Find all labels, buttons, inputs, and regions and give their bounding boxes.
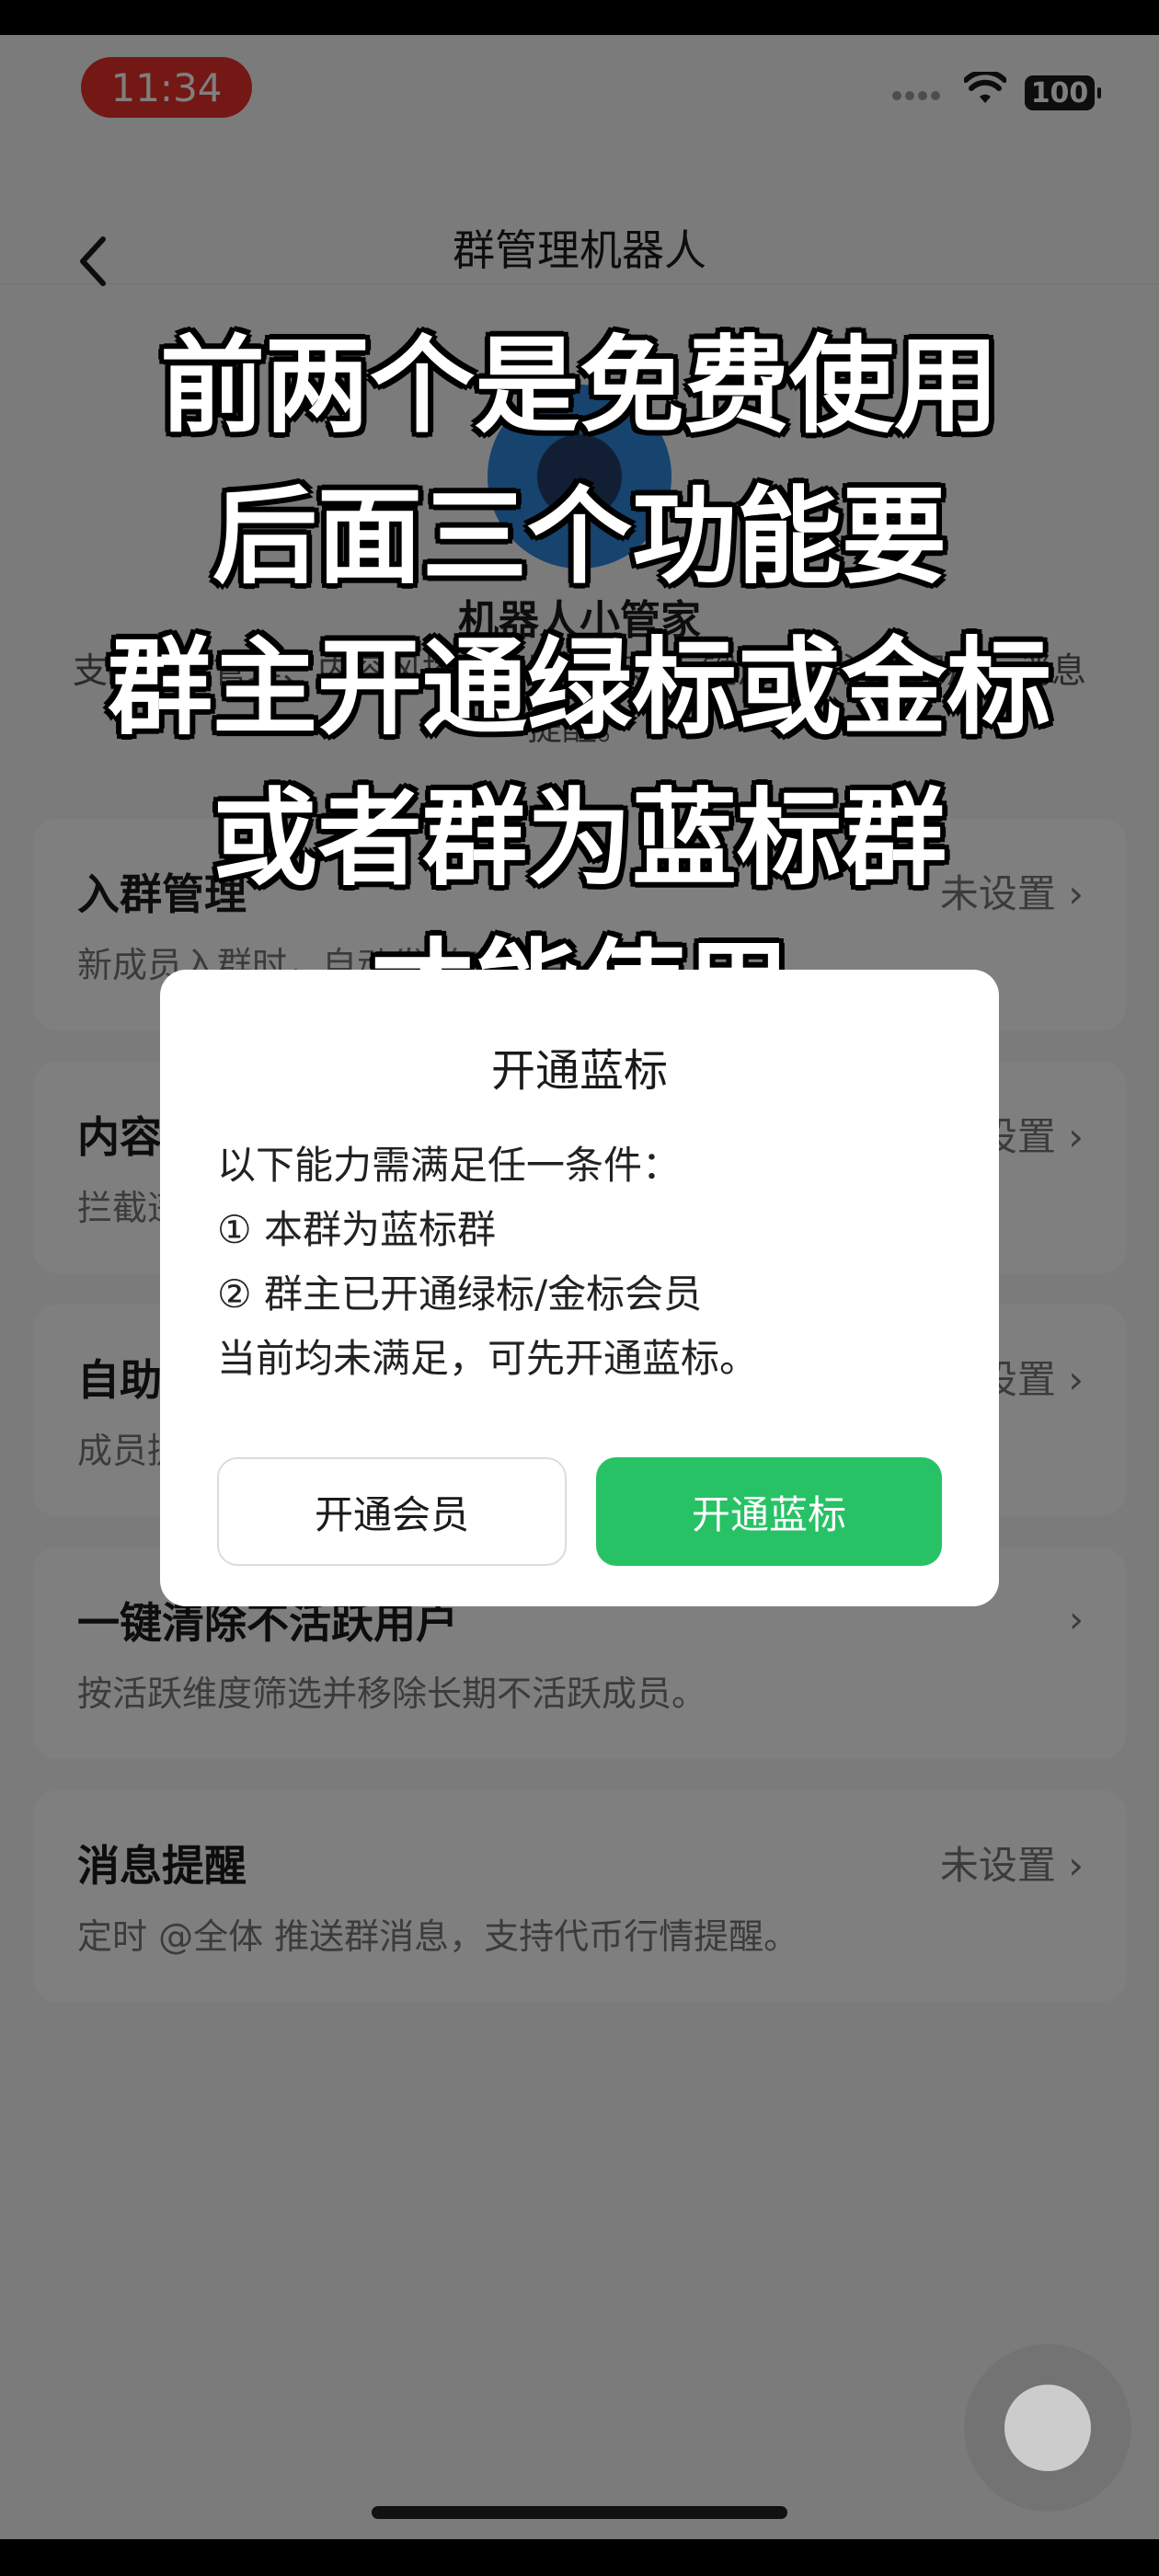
open-blue-badge-dialog: 开通蓝标 以下能力需满足任一条件： ① 本群为蓝标群 ② 群主已开通绿标/金标会… bbox=[160, 970, 999, 1606]
dialog-title: 开通蓝标 bbox=[490, 1045, 668, 1097]
dialog-body-line: ② 群主已开通绿标/金标会员 bbox=[217, 1271, 703, 1317]
open-blue-badge-button[interactable]: 开通蓝标 bbox=[596, 1457, 942, 1566]
assistive-touch-button[interactable] bbox=[964, 2344, 1131, 2512]
open-membership-button[interactable]: 开通会员 bbox=[217, 1457, 567, 1566]
dialog-body: 以下能力需满足任一条件： ① 本群为蓝标群 ② 群主已开通绿标/金标会员 当前均… bbox=[217, 1133, 953, 1391]
dialog-body-line: 当前均未满足，可先开通蓝标。 bbox=[217, 1336, 759, 1381]
caption-line: 后面三个功能要 bbox=[212, 476, 947, 598]
dialog-body-line: 以下能力需满足任一条件： bbox=[217, 1143, 682, 1188]
app-screen: 11:34 100 群管理机器人 机器人小管家 支持入群管理、内容风控、自助问答… bbox=[0, 35, 1159, 2539]
dialog-body-line: ① 本群为蓝标群 bbox=[217, 1207, 497, 1252]
video-caption-overlay: 前两个是免费使用 后面三个功能要 群主开通绿标或金标 或者群为蓝标群 才能使用 bbox=[0, 311, 1159, 1065]
caption-line: 前两个是免费使用 bbox=[159, 325, 999, 447]
caption-line: 或者群为蓝标群 bbox=[212, 777, 947, 900]
home-indicator[interactable] bbox=[372, 2506, 787, 2519]
caption-line: 群主开通绿标或金标 bbox=[107, 627, 1051, 749]
